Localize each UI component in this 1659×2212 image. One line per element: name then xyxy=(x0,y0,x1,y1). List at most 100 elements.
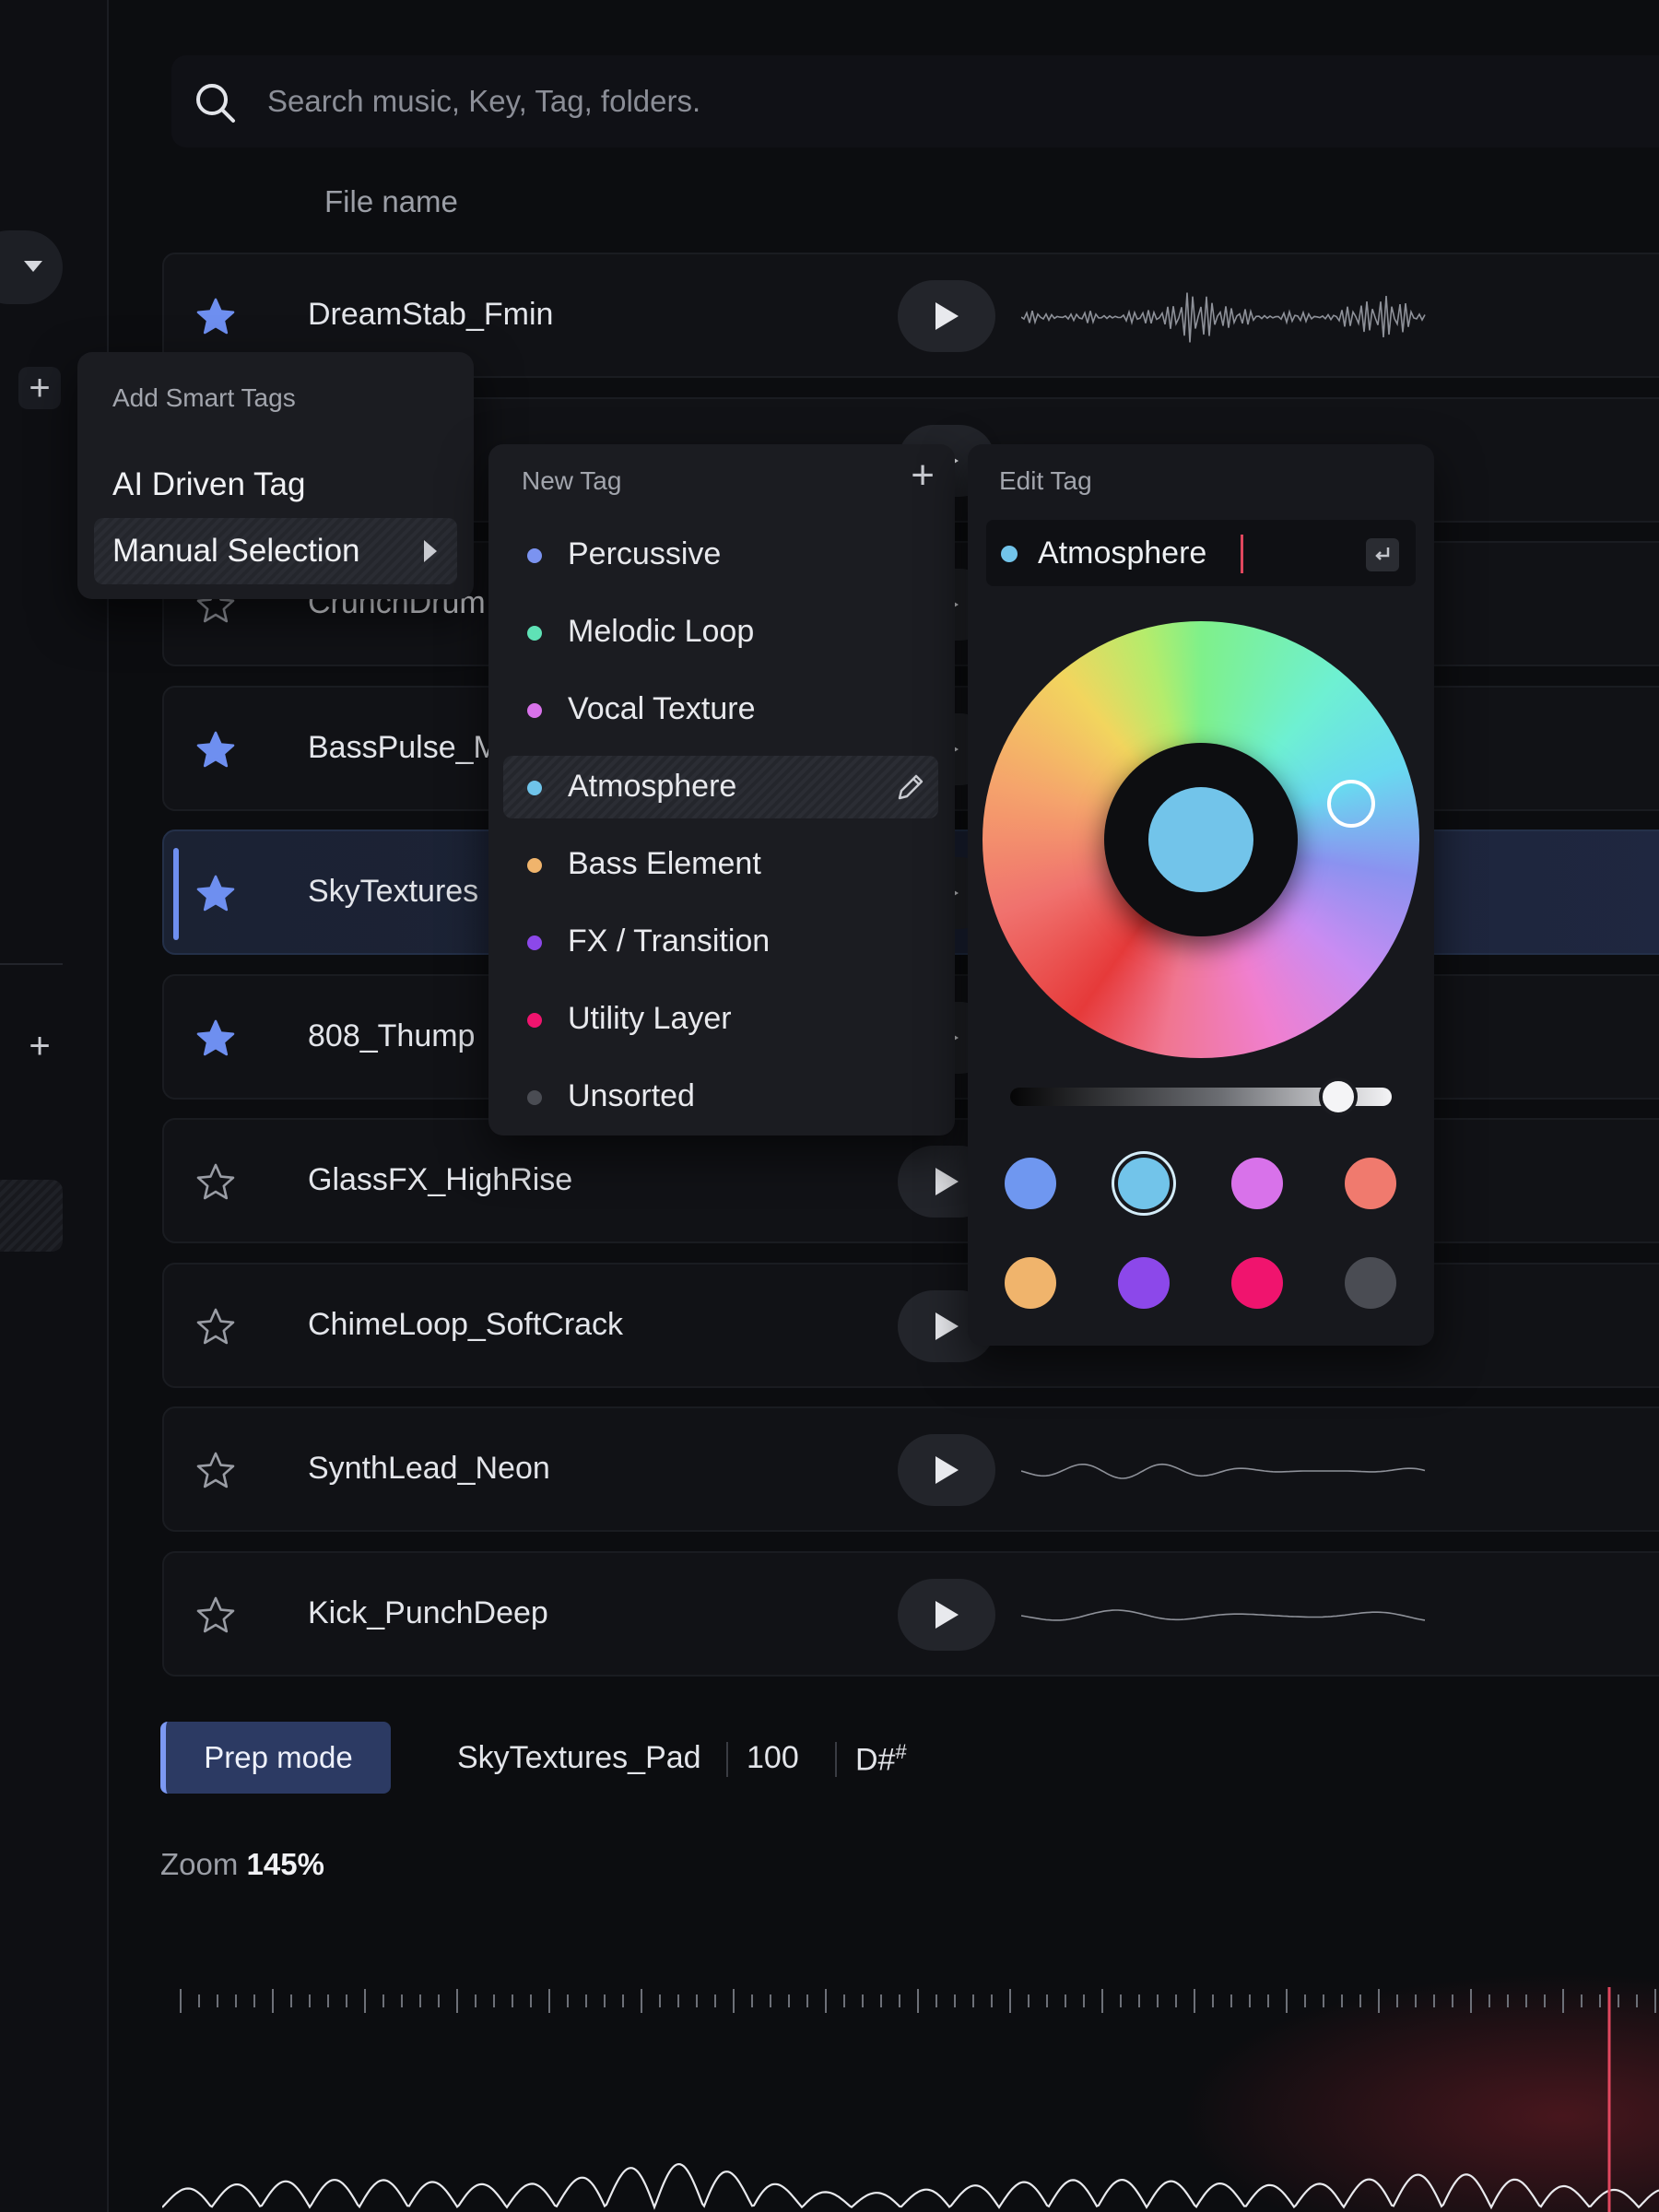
tag-color-dot xyxy=(527,1090,542,1105)
waveform-preview[interactable] xyxy=(1021,1579,1436,1653)
tag-item[interactable]: Bass Element xyxy=(503,833,938,896)
text-cursor xyxy=(1241,535,1243,573)
add-folder-plus-icon[interactable]: + xyxy=(18,1025,61,1067)
waveform-preview[interactable] xyxy=(1021,280,1436,354)
edit-tag-title: Edit Tag xyxy=(999,466,1092,495)
table-row[interactable]: GlassFX_HighRise xyxy=(162,1118,1659,1243)
star-outline-icon[interactable] xyxy=(195,1162,236,1203)
tag-item-label: Percussive xyxy=(568,536,722,571)
star-filled-icon[interactable] xyxy=(195,1018,236,1059)
search-bar[interactable] xyxy=(171,55,1659,147)
tag-item[interactable]: Melodic Loop xyxy=(503,601,938,664)
zoom-value: 145% xyxy=(246,1847,324,1881)
play-icon xyxy=(935,302,959,330)
app-window: + + File name DreamStab_FminCrunchDrumBa… xyxy=(0,0,1659,2212)
color-swatch[interactable] xyxy=(1231,1158,1283,1209)
star-outline-icon[interactable] xyxy=(195,1595,236,1636)
star-outline-icon[interactable] xyxy=(195,1451,236,1491)
timeline-wave xyxy=(162,2162,1659,2210)
color-wheel[interactable] xyxy=(982,621,1419,1058)
file-name: SkyTextures xyxy=(308,874,479,909)
color-wheel-center xyxy=(1104,743,1298,936)
waveform-preview[interactable] xyxy=(1021,1434,1436,1508)
file-name: ChimeLoop_SoftCrack xyxy=(308,1306,624,1342)
timeline-waveform[interactable] xyxy=(162,1972,1659,2212)
star-outline-icon[interactable] xyxy=(195,1307,236,1347)
ai-driven-tag-option[interactable]: AI Driven Tag xyxy=(112,466,305,503)
tag-item-label: Vocal Texture xyxy=(568,691,756,726)
tag-name-field[interactable] xyxy=(986,520,1416,586)
new-tag-title: New Tag xyxy=(522,466,622,495)
sidebar-selected-item[interactable] xyxy=(0,1180,63,1252)
play-button[interactable] xyxy=(898,1434,995,1506)
add-new-tag-plus-icon[interactable]: + xyxy=(911,455,935,496)
color-swatch[interactable] xyxy=(1345,1257,1396,1309)
enter-key-icon[interactable] xyxy=(1366,538,1399,571)
tag-item-label: Melodic Loop xyxy=(568,614,755,649)
new-tag-menu: New Tag + Percussive Melodic Loop Vocal Te… xyxy=(488,444,955,1135)
sidebar: + + xyxy=(0,0,109,2212)
file-name: BassPulse_M xyxy=(308,729,500,765)
tag-color-dot xyxy=(527,703,542,718)
play-button[interactable] xyxy=(898,1578,995,1651)
tag-item[interactable]: Unsorted xyxy=(503,1065,938,1128)
search-icon xyxy=(196,84,235,123)
add-tag-plus-icon[interactable]: + xyxy=(18,367,61,409)
tag-color-dot xyxy=(527,626,542,641)
color-swatch[interactable] xyxy=(1005,1257,1056,1309)
status-divider xyxy=(835,1742,837,1777)
star-filled-icon[interactable] xyxy=(195,874,236,914)
chevron-right-icon xyxy=(424,540,437,562)
search-input[interactable] xyxy=(267,55,1558,147)
play-button[interactable] xyxy=(898,280,995,352)
tag-item[interactable]: Utility Layer xyxy=(503,988,938,1051)
play-icon xyxy=(935,1168,959,1195)
table-row[interactable]: Kick_PunchDeep xyxy=(162,1550,1659,1677)
brightness-slider[interactable] xyxy=(1010,1077,1392,1116)
star-filled-icon[interactable] xyxy=(195,730,236,771)
selected-row-indicator xyxy=(173,848,179,940)
table-row[interactable]: ChimeLoop_SoftCrack xyxy=(162,1262,1659,1388)
smart-tags-menu: Add Smart Tags AI Driven Tag Manual Sele… xyxy=(77,352,474,599)
tag-color-dot xyxy=(527,548,542,563)
color-wheel-handle[interactable] xyxy=(1327,780,1375,828)
manual-selection-option[interactable]: Manual Selection xyxy=(94,518,457,584)
tag-item-label: Atmosphere xyxy=(568,769,737,804)
sidebar-dropdown[interactable] xyxy=(0,230,63,304)
tag-color-dot xyxy=(527,858,542,873)
color-swatch[interactable] xyxy=(1345,1158,1396,1209)
table-row[interactable]: SynthLead_Neon xyxy=(162,1406,1659,1532)
color-swatch[interactable] xyxy=(1118,1257,1170,1309)
color-swatch[interactable] xyxy=(1118,1158,1170,1209)
prep-mode-button[interactable]: Prep mode xyxy=(160,1722,391,1794)
selected-color-preview xyxy=(1148,787,1253,892)
tag-item[interactable]: FX / Transition xyxy=(503,911,938,973)
file-name: Kick_PunchDeep xyxy=(308,1594,548,1630)
play-icon xyxy=(935,1600,959,1629)
sidebar-divider xyxy=(0,963,63,965)
tag-color-dot xyxy=(1001,546,1018,562)
caret-down-icon xyxy=(24,261,42,272)
tag-item-label: Utility Layer xyxy=(568,1001,732,1036)
file-name: SynthLead_Neon xyxy=(308,1451,550,1486)
tag-name-input[interactable] xyxy=(1038,520,1351,586)
zoom-label: Zoom xyxy=(160,1847,239,1881)
tag-item-label: Unsorted xyxy=(568,1078,695,1113)
tag-item[interactable]: Percussive xyxy=(503,524,938,586)
current-file-name: SkyTextures_Pad xyxy=(457,1740,701,1775)
color-swatch[interactable] xyxy=(1231,1257,1283,1309)
column-header-file-name[interactable]: File name xyxy=(324,184,458,219)
key-note: D# xyxy=(855,1742,896,1778)
status-divider xyxy=(726,1742,728,1777)
tag-color-dot xyxy=(527,1013,542,1028)
file-name: DreamStab_Fmin xyxy=(308,297,554,332)
tag-color-dot xyxy=(527,781,542,795)
brightness-slider-thumb[interactable] xyxy=(1319,1077,1359,1116)
tag-item-label: Bass Element xyxy=(568,846,761,881)
tag-item[interactable]: Atmosphere xyxy=(503,756,938,818)
star-filled-icon[interactable] xyxy=(195,297,236,337)
manual-selection-label: Manual Selection xyxy=(112,533,360,569)
color-swatch[interactable] xyxy=(1005,1158,1056,1209)
tag-item[interactable]: Vocal Texture xyxy=(503,678,938,741)
pencil-icon[interactable] xyxy=(892,769,929,806)
